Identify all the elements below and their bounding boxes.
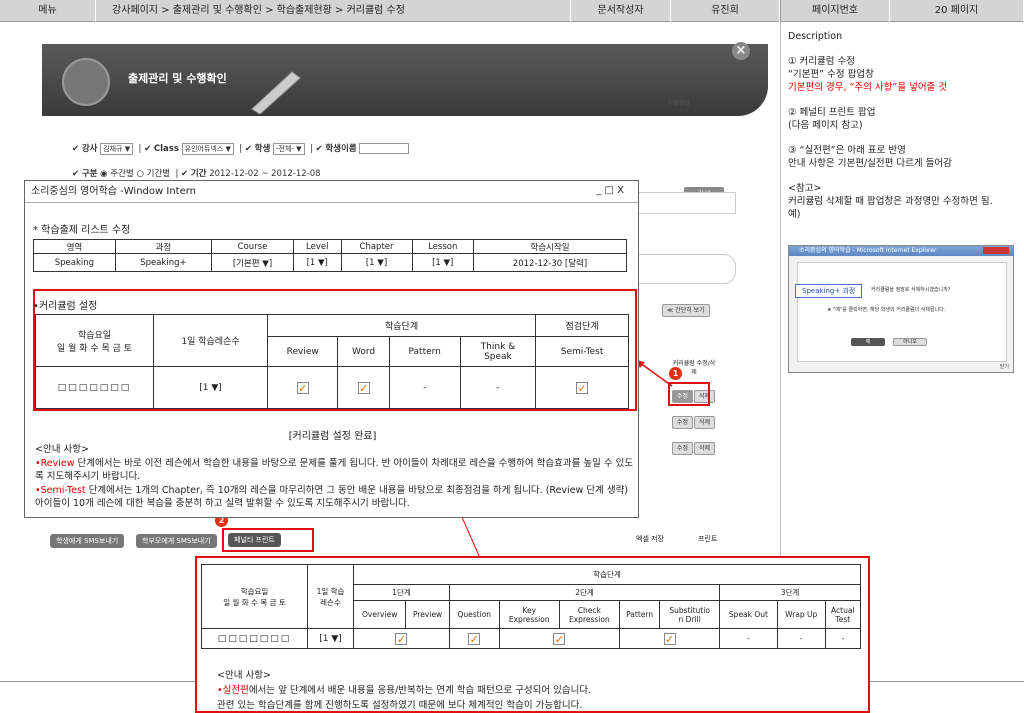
b-lessons-select[interactable]: [1 ▼] xyxy=(307,628,354,649)
footer-line-left xyxy=(0,681,195,682)
check-icon: ✓ xyxy=(395,632,408,646)
note-semitest-label: •Semi-Test xyxy=(35,484,86,496)
list-cell: Speaking xyxy=(33,253,116,272)
list-col-header: Course xyxy=(211,239,294,254)
b-notes-title: <안내 사항> xyxy=(217,670,271,681)
check-icon: ✓ xyxy=(357,381,370,395)
review-check[interactable]: ✓ xyxy=(266,366,339,409)
b-stage1: 1단계 xyxy=(353,584,450,601)
lessons-select[interactable]: [1 ▼] xyxy=(153,366,268,409)
study-list-table: 영역 과정 Course Level Chapter Lesson 학습시작일 Speaki… xyxy=(33,239,628,272)
b-lesson-header: 1일 학습 레슨수 xyxy=(307,564,354,629)
stage-col-header: Review xyxy=(266,336,339,367)
b-actual-dash: - xyxy=(824,628,862,649)
think-dash: - xyxy=(459,366,537,409)
curriculum-complete-button[interactable]: [커리큘럼 설정 완료] xyxy=(25,427,640,442)
spec-page: 메뉴 강사페이지 > 출제관리 및 수행확인 > 학습출제현황 > 커리큘럼 수… xyxy=(0,0,1024,713)
curriculum-edit-popup: 소리중심의 영어학습 -Window Intern _ □ X * 학습출제 리… xyxy=(24,180,639,518)
b-expression-check[interactable]: ✓ xyxy=(498,628,620,649)
check-icon: ✓ xyxy=(663,632,676,646)
note-semitest-text: 단계에서는 1개의 Chapter, 즉 10개의 레슨을 마무리하면 그 동안… xyxy=(35,484,629,510)
note-review-text: 단계에서는 바로 이전 레슨에서 학습한 내용을 바탕으로 문제를 풀게 됩니다… xyxy=(35,457,634,483)
semitest-check[interactable]: ✓ xyxy=(535,366,629,409)
b-pattern-check[interactable]: ✓ xyxy=(618,628,721,649)
b-day-header: 학습요일 일 월 화 수 목 금 토 xyxy=(201,564,308,629)
b-stage-header: 학습단계 xyxy=(353,564,861,585)
b-day-checkboxes[interactable]: □□□□□□□ xyxy=(201,628,308,649)
list-col-header: 과정 xyxy=(114,239,213,254)
popup-notes: <안내 사항> •Review 단계에서는 바로 이전 레슨에서 학습한 내용을… xyxy=(35,443,635,511)
window-controls[interactable]: _ □ X xyxy=(596,185,624,196)
day-checkboxes[interactable]: □□□□□□□ xyxy=(35,366,154,409)
b-stage-col-header: Check Expression xyxy=(558,600,620,629)
word-check[interactable]: ✓ xyxy=(337,366,390,409)
practical-course-box: 학습요일 일 월 화 수 목 금 토 1일 학습 레슨수 학습단계 1단계 2단… xyxy=(195,556,870,713)
note-review: •Review 단계에서는 바로 이전 레슨에서 학습한 내용을 바탕으로 문제… xyxy=(35,457,635,484)
day-header: 학습요일 일 월 화 수 목 금 토 xyxy=(35,314,154,367)
pattern-dash: - xyxy=(388,366,461,409)
note-semitest: •Semi-Test 단계에서는 1개의 Chapter, 즉 10개의 레슨을… xyxy=(35,484,635,511)
b-stage-col-header: Substitutio n Drill xyxy=(659,600,721,629)
b-note-1: •실전편에서는 앞 단계에서 배운 내용을 응용/반복하는 연계 학습 패턴으로… xyxy=(217,683,591,698)
b-stage-col-header: Question xyxy=(448,600,500,629)
stage-col-header: Pattern xyxy=(388,336,461,367)
list-cell: Speaking+ xyxy=(114,253,213,272)
curriculum-table: 학습요일 일 월 화 수 목 금 토 1일 학습레슨수 학습단계 점검단계 Re… xyxy=(35,314,629,409)
check-icon: ✓ xyxy=(553,632,566,646)
practical-notes: <안내 사항> •실전편에서는 앞 단계에서 배운 내용을 응용/반복하는 연계… xyxy=(217,668,591,713)
b-note-1-text: 에서는 앞 단계에서 배운 내용을 응용/반복하는 연계 학습 패턴으로 구성되… xyxy=(248,685,592,696)
b-stage1-check[interactable]: ✓ xyxy=(353,628,450,649)
b-stage-col-header: Preview xyxy=(405,600,450,629)
list-cell[interactable]: [1 ▼] xyxy=(292,253,342,272)
b-stage-col-header: Pattern xyxy=(618,600,661,629)
b-stage-col-header: Actual Test xyxy=(824,600,862,629)
b-stage-col-header: Overview xyxy=(352,600,407,629)
stage-col-header: Word xyxy=(337,336,390,367)
list-cell[interactable]: [1 ▼] xyxy=(340,253,413,272)
list-cell[interactable]: [1 ▼] xyxy=(411,253,474,272)
list-col-header: 학습시작일 xyxy=(472,239,628,254)
check-header: 점검단계 xyxy=(535,314,629,337)
list-cell[interactable]: [기본편 ▼] xyxy=(211,253,294,272)
footer-line-right xyxy=(870,681,1024,682)
list-cell[interactable]: 2012-12-30 [달력] xyxy=(472,253,628,272)
b-wrapup-dash: - xyxy=(776,628,826,649)
lessons-header: 1일 학습레슨수 xyxy=(153,314,268,367)
section-list-edit: * 학습출제 리스트 수정 xyxy=(33,225,131,236)
b-note-2: 관련 있는 학습단계를 함께 진행하도록 설정하였기 때문에 보다 체계적인 학… xyxy=(217,700,583,711)
b-question-check[interactable]: ✓ xyxy=(448,628,500,649)
check-icon: ✓ xyxy=(468,632,481,646)
list-col-header: Lesson xyxy=(411,239,474,254)
practical-curriculum-table: 학습요일 일 월 화 수 목 금 토 1일 학습 레슨수 학습단계 1단계 2단… xyxy=(201,564,862,649)
notes-title: <안내 사항> xyxy=(35,444,89,455)
popup-title: 소리중심의 영어학습 -Window Intern xyxy=(25,181,638,203)
stage-col-header: Semi-Test xyxy=(535,336,629,367)
b-stage2: 2단계 xyxy=(448,584,721,601)
list-col-header: Level xyxy=(292,239,342,254)
check-icon: ✓ xyxy=(296,381,309,395)
b-stage-col-header: Key Expression xyxy=(498,600,560,629)
stage-header: 학습단계 xyxy=(266,314,537,337)
list-col-header: Chapter xyxy=(340,239,413,254)
stage-col-header: Think & Speak xyxy=(459,336,537,367)
b-stage3: 3단계 xyxy=(719,584,861,601)
b-speakout-dash: - xyxy=(719,628,778,649)
section-curriculum: •커리큘럼 설정 xyxy=(33,301,98,312)
list-col-header: 영역 xyxy=(33,239,116,254)
b-note-label: •실전편 xyxy=(217,685,249,696)
b-stage-col-header: Speak Out xyxy=(719,600,778,629)
check-icon: ✓ xyxy=(576,381,589,395)
note-review-label: •Review xyxy=(35,457,75,469)
b-stage-col-header: Wrap Up xyxy=(776,600,826,629)
